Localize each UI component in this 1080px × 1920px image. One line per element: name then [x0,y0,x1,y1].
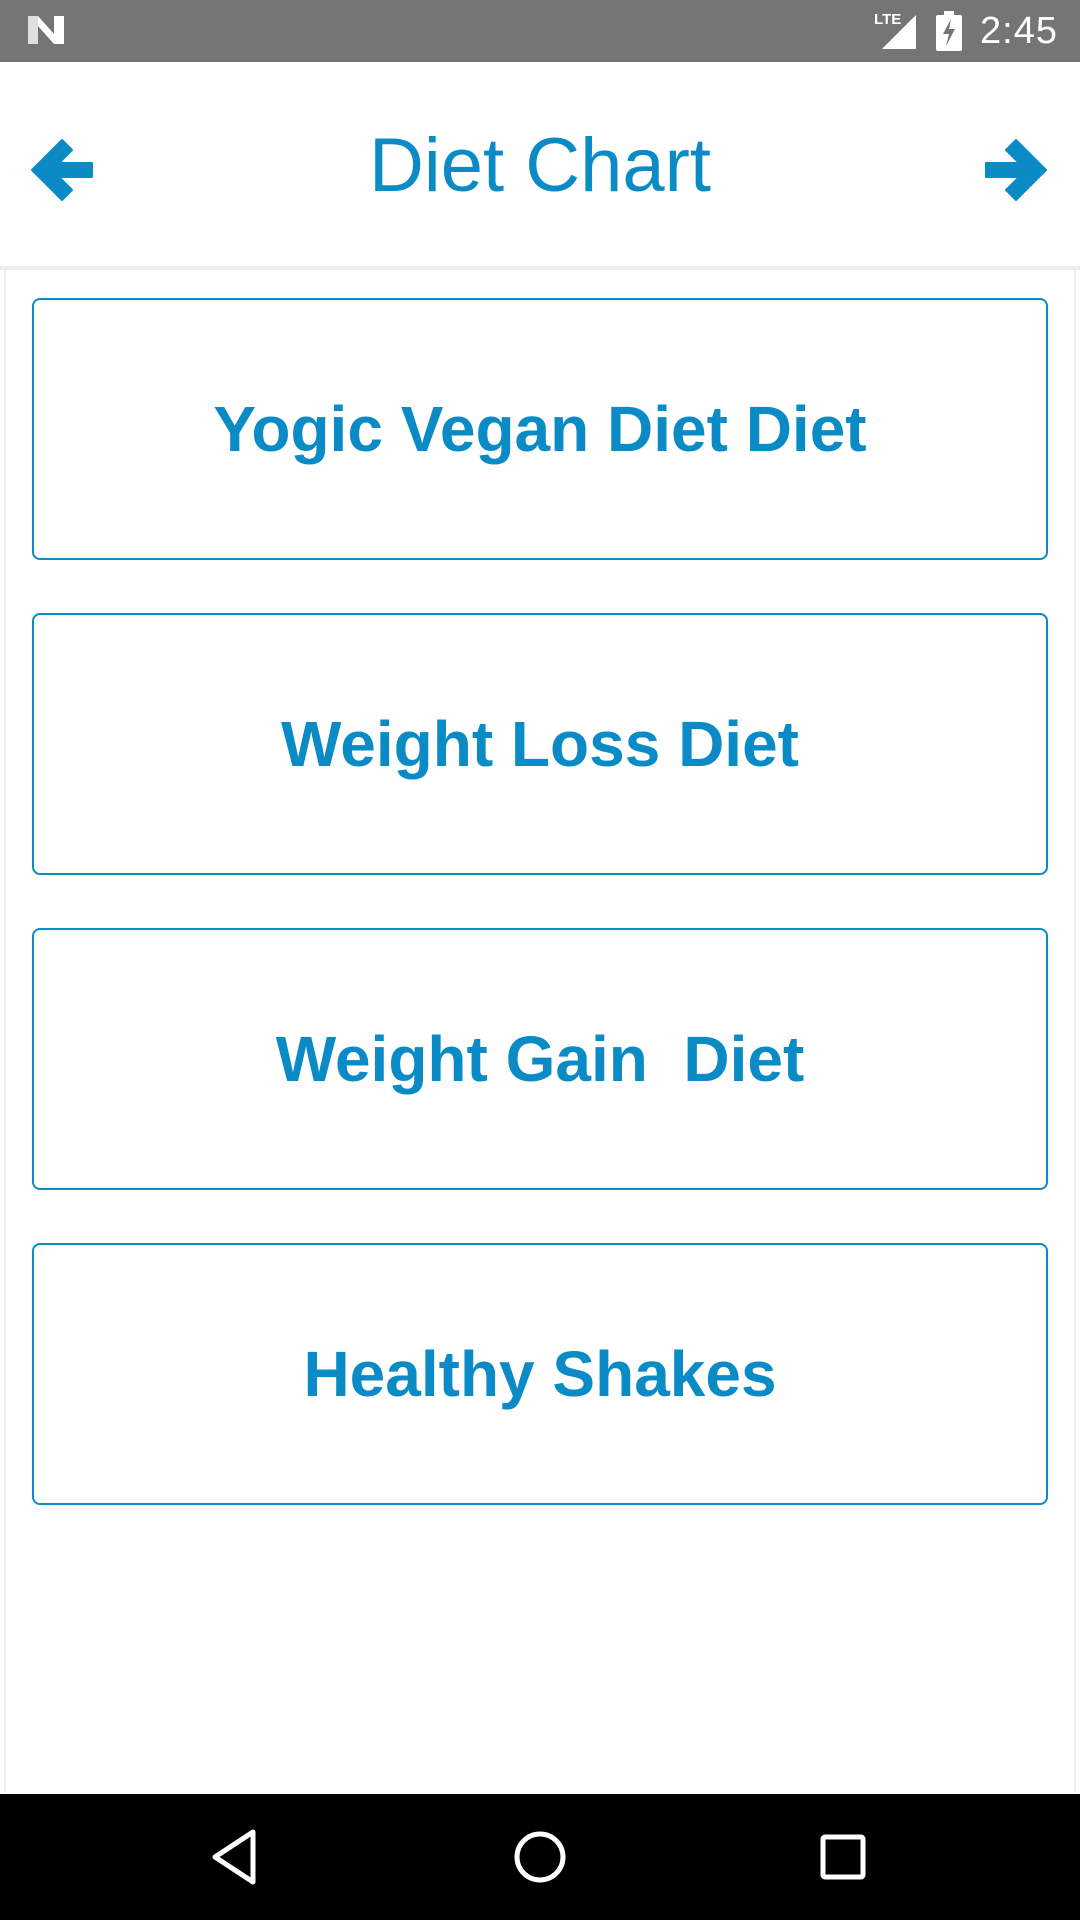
menu-item-label: Weight Gain Diet [275,1023,805,1095]
system-nav-bar [0,1794,1080,1920]
recents-square-icon[interactable] [810,1824,876,1890]
menu-item-weight-loss-diet[interactable]: Weight Loss Diet [32,613,1048,875]
status-bar: LTE 2:45 [0,0,1080,62]
page-title: Diet Chart [368,123,712,208]
n-logo-icon [28,16,64,44]
signal-icon: LTE [874,11,918,51]
arrow-right-icon[interactable] [982,134,1052,206]
menu-item-healthy-shakes[interactable]: Healthy Shakes [32,1243,1048,1505]
menu-item-label: Healthy Shakes [303,1338,777,1410]
app-toolbar: Diet Chart [0,62,1080,270]
diet-menu-list: Yogic Vegan Diet Diet Weight Loss Diet W… [4,270,1076,1792]
status-right: LTE 2:45 [874,0,1058,62]
battery-charging-icon [936,11,963,51]
menu-item-weight-gain-diet[interactable]: Weight Gain Diet [32,928,1048,1190]
menu-item-label: Weight Loss Diet [281,708,799,780]
menu-item-label: Yogic Vegan Diet Diet [213,393,867,465]
back-triangle-icon[interactable] [203,1824,269,1890]
clock: 2:45 [980,9,1058,52]
menu-item-yogic-vegan-diet[interactable]: Yogic Vegan Diet Diet [32,298,1048,560]
home-circle-icon[interactable] [507,1824,573,1890]
